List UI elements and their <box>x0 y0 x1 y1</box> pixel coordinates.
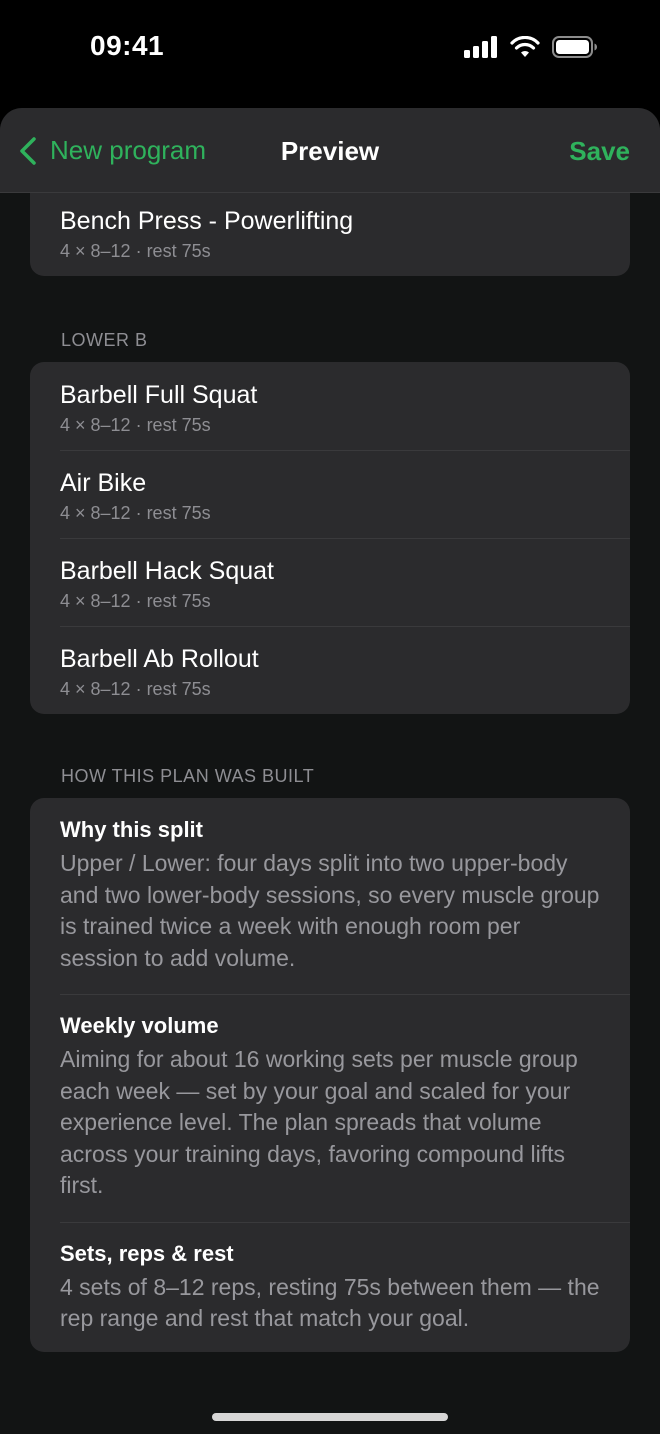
status-bar: 09:41 <box>0 0 660 100</box>
exercise-row[interactable]: Bench Press - Powerlifting 4 × 8–12 · re… <box>30 192 630 276</box>
info-title: Weekly volume <box>60 1013 219 1038</box>
exercise-row[interactable]: Barbell Hack Squat 4 × 8–12 · rest 75s <box>30 538 630 626</box>
exercise-detail: 4 × 8–12 · rest 75s <box>60 679 211 699</box>
status-time: 09:41 <box>90 30 165 61</box>
exercise-detail: 4 × 8–12 · rest 75s <box>60 415 211 435</box>
lower-b-card: Barbell Full Squat 4 × 8–12 · rest 75s A… <box>30 362 630 714</box>
exercise-name: Barbell Full Squat <box>60 381 258 409</box>
exercise-detail: 4 × 8–12 · rest 75s <box>60 503 211 523</box>
preview-sheet: New program Preview Save Bench Press - P… <box>0 108 660 1434</box>
info-body: 4 sets of 8–12 reps, resting 75s between… <box>60 1273 600 1332</box>
page-title: Preview <box>280 136 380 166</box>
exercise-row[interactable]: Barbell Full Squat 4 × 8–12 · rest 75s <box>30 362 630 450</box>
section-label-how-built: HOW THIS PLAN WAS BUILT <box>61 766 315 786</box>
exercise-detail: 4 × 8–12 · rest 75s <box>60 241 211 261</box>
exercise-name: Barbell Ab Rollout <box>60 645 259 673</box>
info-block-split: Why this split Upper / Lower: four days … <box>30 798 630 994</box>
exercise-name: Bench Press - Powerlifting <box>60 207 354 235</box>
info-body: Aiming for about 16 working sets per mus… <box>60 1046 578 1198</box>
navigation-bar: New program Preview Save <box>0 108 660 193</box>
info-title: Why this split <box>60 817 203 842</box>
exercise-row[interactable]: Air Bike 4 × 8–12 · rest 75s <box>30 450 630 538</box>
exercise-detail: 4 × 8–12 · rest 75s <box>60 591 211 611</box>
cellular-signal-icon <box>464 36 498 58</box>
status-icons <box>464 36 598 58</box>
info-block-volume: Weekly volume Aiming for about 16 workin… <box>30 994 630 1222</box>
exercise-name: Barbell Hack Squat <box>60 557 275 585</box>
home-indicator[interactable] <box>212 1413 448 1421</box>
save-button[interactable]: Save <box>569 136 630 167</box>
exercise-name: Air Bike <box>60 469 147 497</box>
exercise-row[interactable]: Barbell Ab Rollout 4 × 8–12 · rest 75s <box>30 626 630 714</box>
upper-day-card: Bench Press - Powerlifting 4 × 8–12 · re… <box>30 192 630 276</box>
wifi-icon <box>510 36 540 58</box>
info-body: Upper / Lower: four days split into two … <box>60 850 600 971</box>
section-label-lower-b: LOWER B <box>61 330 148 350</box>
screen: 09:41 New program Preview Save Bench Pre… <box>0 0 660 1434</box>
plan-explanation-card: Why this split Upper / Lower: four days … <box>30 798 630 1352</box>
battery-icon <box>552 36 598 58</box>
info-title: Sets, reps & rest <box>60 1240 234 1266</box>
info-block-sets-reps: Sets, reps & rest 4 sets of 8–12 reps, r… <box>30 1221 630 1353</box>
